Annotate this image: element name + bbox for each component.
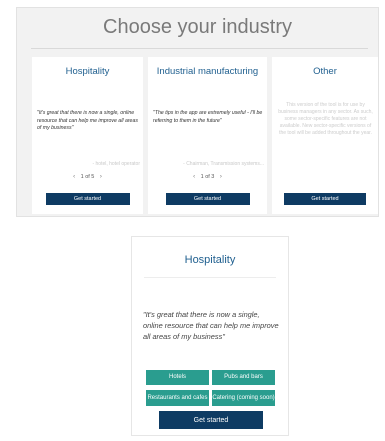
industry-panel: Choose your industry Hospitality "It's g…: [16, 7, 379, 217]
panel-title: Choose your industry: [103, 16, 292, 38]
chevron-right-icon[interactable]: ›: [220, 174, 222, 180]
card-title: Other: [313, 66, 337, 77]
chevron-left-icon[interactable]: ‹: [193, 174, 195, 180]
get-started-button[interactable]: Get started: [45, 193, 130, 205]
industry-card-hospitality: Hospitality "It's great that there is no…: [32, 57, 143, 214]
pager-label: 1 of 5: [80, 174, 95, 180]
chevron-right-icon[interactable]: ›: [100, 174, 102, 180]
card-quote: "It's great that there is now a single, …: [37, 110, 138, 131]
quote-pager: ‹ 1 of 5 ›: [32, 174, 143, 180]
card-description: This version of the tool is for use by b…: [278, 102, 373, 136]
card-title: Industrial manufacturing: [156, 66, 259, 77]
industry-card-industrial-manufacturing: Industrial manufacturing "The tips in th…: [148, 57, 267, 214]
card-attribution: - Chairman, Transmission systems...: [183, 161, 264, 167]
tag-restaurants-and-cafes-button[interactable]: Restaurants and cafes: [146, 390, 209, 406]
tag-hotels-button[interactable]: Hotels: [146, 370, 209, 385]
card-quote: "The tips in the app are extremely usefu…: [153, 110, 263, 124]
chevron-left-icon[interactable]: ‹: [73, 174, 75, 180]
tag-catering-button[interactable]: Catering (coming soon): [212, 390, 275, 406]
tag-pubs-and-bars-button[interactable]: Pubs and bars: [212, 370, 275, 385]
industry-card-other: Other This version of the tool is for us…: [272, 57, 378, 214]
mobile-card-title: Hospitality: [184, 254, 236, 266]
mobile-card-quote: "It's great that there is now a single, …: [143, 310, 279, 341]
pager-label: 1 of 3: [200, 174, 215, 180]
mobile-industry-card: Hospitality "It's great that there is no…: [131, 236, 289, 436]
panel-divider: [31, 48, 368, 49]
card-title: Hospitality: [65, 66, 110, 77]
get-started-button[interactable]: Get started: [159, 411, 263, 429]
get-started-button[interactable]: Get started: [165, 193, 250, 205]
mobile-divider: [144, 277, 276, 278]
get-started-button[interactable]: Get started: [284, 193, 366, 205]
quote-pager: ‹ 1 of 3 ›: [148, 174, 267, 180]
card-attribution: - hotel, hotel operator: [92, 161, 140, 167]
